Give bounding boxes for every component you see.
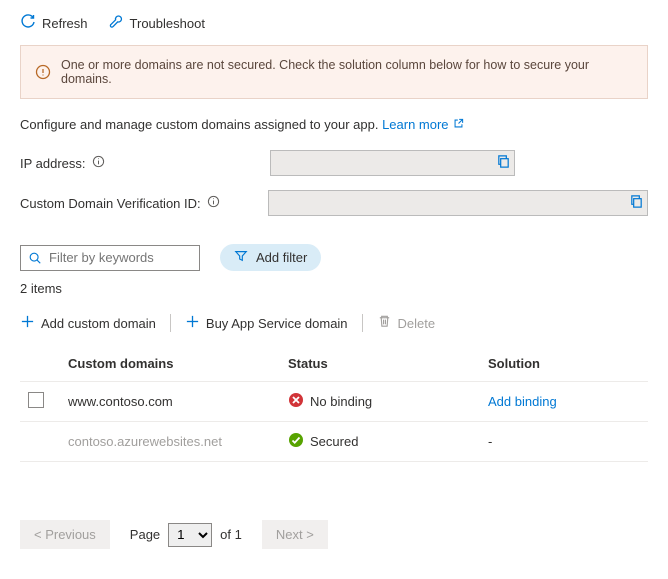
external-link-icon (453, 117, 464, 132)
intro-text: Configure and manage custom domains assi… (20, 117, 648, 132)
filter-row: Add filter (20, 244, 648, 271)
ip-address-input-wrap (270, 150, 515, 176)
header-status[interactable]: Status (280, 346, 480, 382)
alert-text: One or more domains are not secured. Che… (61, 58, 633, 86)
trash-icon (377, 314, 392, 332)
success-icon (288, 432, 304, 451)
buy-domain-button[interactable]: Buy App Service domain (185, 314, 348, 332)
items-count: 2 items (20, 281, 648, 296)
separator (362, 314, 363, 332)
cdv-id-field[interactable] (268, 190, 648, 216)
page-select[interactable]: 1 (168, 523, 212, 547)
table-row[interactable]: www.contoso.com No binding Add binding (20, 382, 648, 422)
cdv-id-row: Custom Domain Verification ID: (20, 190, 648, 216)
refresh-icon (20, 14, 36, 33)
copy-button[interactable] (496, 154, 511, 172)
add-binding-link[interactable]: Add binding (488, 394, 557, 409)
refresh-label: Refresh (42, 16, 88, 31)
error-icon (288, 392, 304, 411)
troubleshoot-button[interactable]: Troubleshoot (108, 14, 205, 33)
cdv-id-label-group: Custom Domain Verification ID: (20, 195, 268, 211)
wrench-icon (108, 14, 124, 33)
ip-address-label-group: IP address: (20, 155, 270, 171)
header-domain[interactable]: Custom domains (60, 346, 280, 382)
buy-domain-label: Buy App Service domain (206, 316, 348, 331)
solution-cell: - (480, 422, 648, 462)
delete-label: Delete (398, 316, 436, 331)
status-text: No binding (310, 394, 372, 409)
refresh-button[interactable]: Refresh (20, 14, 88, 33)
search-input[interactable] (20, 245, 200, 271)
search-wrap (20, 245, 200, 271)
status-cell: Secured (288, 432, 358, 451)
separator (170, 314, 171, 332)
pager: < Previous Page 1 of 1 Next > (20, 520, 648, 549)
status-cell: No binding (288, 392, 372, 411)
add-custom-domain-button[interactable]: Add custom domain (20, 314, 156, 332)
filter-icon (234, 249, 248, 266)
copy-icon (629, 197, 644, 212)
troubleshoot-label: Troubleshoot (130, 16, 205, 31)
cdv-id-input-wrap (268, 190, 648, 216)
copy-icon (496, 157, 511, 172)
actions-row: Add custom domain Buy App Service domain… (20, 314, 648, 332)
plus-icon (185, 314, 200, 332)
page-of-label: of 1 (220, 527, 242, 542)
ip-address-label: IP address: (20, 156, 86, 171)
add-domain-label: Add custom domain (41, 316, 156, 331)
add-filter-label: Add filter (256, 250, 307, 265)
ip-address-field[interactable] (270, 150, 515, 176)
learn-more-label: Learn more (382, 117, 448, 132)
info-icon[interactable] (92, 155, 105, 171)
domains-table: Custom domains Status Solution www.conto… (20, 346, 648, 462)
plus-icon (20, 314, 35, 332)
learn-more-link[interactable]: Learn more (382, 117, 463, 132)
command-bar: Refresh Troubleshoot (20, 10, 648, 45)
info-icon[interactable] (207, 195, 220, 211)
status-text: Secured (310, 434, 358, 449)
next-button: Next > (262, 520, 328, 549)
domain-cell: www.contoso.com (60, 382, 280, 422)
add-filter-button[interactable]: Add filter (220, 244, 321, 271)
header-select (20, 346, 60, 382)
table-row: contoso.azurewebsites.net Secured - (20, 422, 648, 462)
header-solution[interactable]: Solution (480, 346, 648, 382)
domain-cell: contoso.azurewebsites.net (60, 422, 280, 462)
row-checkbox[interactable] (28, 392, 44, 408)
cdv-id-label: Custom Domain Verification ID: (20, 196, 201, 211)
ip-address-row: IP address: (20, 150, 648, 176)
page-label: Page (130, 527, 160, 542)
previous-button: < Previous (20, 520, 110, 549)
copy-button[interactable] (629, 194, 644, 212)
page-group: Page 1 of 1 (130, 523, 242, 547)
warning-alert: One or more domains are not secured. Che… (20, 45, 648, 99)
intro-label: Configure and manage custom domains assi… (20, 117, 382, 132)
info-icon (35, 64, 51, 80)
delete-button: Delete (377, 314, 436, 332)
